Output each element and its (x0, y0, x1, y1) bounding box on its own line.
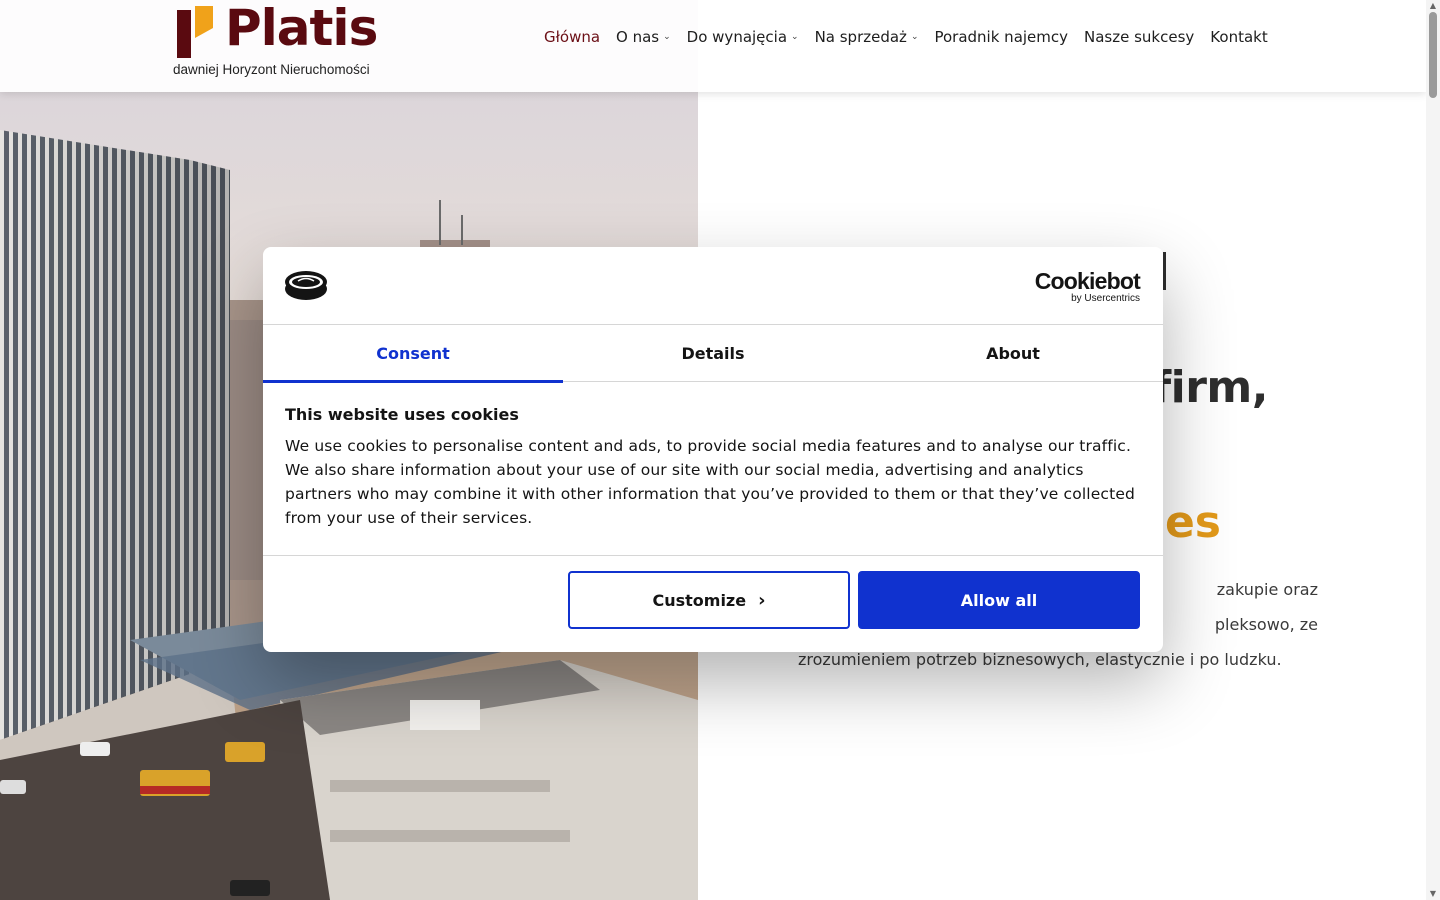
platis-logo-icon (177, 6, 213, 58)
cookie-dialog-body: This website uses cookies We use cookies… (285, 405, 1145, 530)
tab-consent[interactable]: Consent (263, 325, 563, 383)
allow-all-button[interactable]: Allow all (858, 571, 1140, 629)
chevron-down-icon: ⌄ (791, 32, 799, 42)
tab-about[interactable]: About (863, 325, 1163, 382)
nav-item-do-wynajecia[interactable]: Do wynajęcia ⌄ (687, 28, 799, 46)
cookie-dialog-header: Cookiebot by Usercentrics (263, 247, 1163, 325)
nav-item-glowna[interactable]: Główna (544, 28, 600, 46)
logo-subtitle: dawniej Horyzont Nieruchomości (173, 62, 370, 77)
nav-item-label: Na sprzedaż (814, 28, 907, 46)
nav-item-label: O nas (616, 28, 660, 46)
cookie-consent-icon (285, 271, 327, 300)
customize-button[interactable]: Customize › (568, 571, 850, 629)
nav-item-label: Kontakt (1210, 28, 1268, 46)
nav-item-na-sprzedaz[interactable]: Na sprzedaż ⌄ (815, 28, 919, 46)
logo-wordmark: Platis (225, 0, 378, 57)
cookie-consent-dialog: Cookiebot by Usercentrics Consent Detail… (263, 247, 1163, 652)
nav-item-label: Nasze sukcesy (1084, 28, 1195, 46)
nav-item-nasze-sukcesy[interactable]: Nasze sukcesy (1084, 28, 1194, 46)
cookiebot-logo: Cookiebot (1034, 268, 1141, 294)
page-scrollbar[interactable]: ▲ ▼ (1426, 0, 1440, 900)
customize-button-label: Customize (652, 590, 747, 610)
cookiebot-byline: by Usercentrics (1071, 293, 1140, 304)
nav-item-poradnik-najemcy[interactable]: Poradnik najemcy (934, 28, 1068, 46)
site-logo[interactable]: Platis dawniej Horyzont Nieruchomości (173, 0, 388, 83)
scroll-down-icon[interactable]: ▼ (1429, 890, 1437, 898)
chevron-right-icon: › (758, 589, 766, 611)
nav-item-label: Do wynajęcia (686, 28, 788, 46)
divider (263, 555, 1163, 556)
tab-details[interactable]: Details (563, 325, 863, 382)
nav-item-label: Główna (544, 28, 601, 46)
cookie-dialog-text: We use cookies to personalise content an… (285, 437, 1136, 527)
site-header: Platis dawniej Horyzont Nieruchomości Gł… (0, 0, 1426, 92)
main-navigation: Główna O nas ⌄ Do wynajęcia ⌄ Na sprzedaż ⌄… (544, 28, 1284, 46)
nav-item-kontakt[interactable]: Kontakt (1210, 28, 1267, 46)
chevron-down-icon: ⌄ (663, 32, 671, 42)
cookiebot-brand[interactable]: Cookiebot by Usercentrics (1034, 268, 1141, 304)
chevron-down-icon: ⌄ (910, 32, 919, 42)
nav-item-label: Poradnik najemcy (934, 28, 1069, 46)
nav-item-o-nas[interactable]: O nas ⌄ (616, 28, 671, 46)
scroll-up-icon[interactable]: ▲ (1429, 2, 1437, 10)
scroll-thumb[interactable] (1429, 12, 1437, 98)
cookie-tabs: Consent Details About (263, 325, 1163, 383)
cookie-dialog-title: This website uses cookies (285, 405, 519, 424)
